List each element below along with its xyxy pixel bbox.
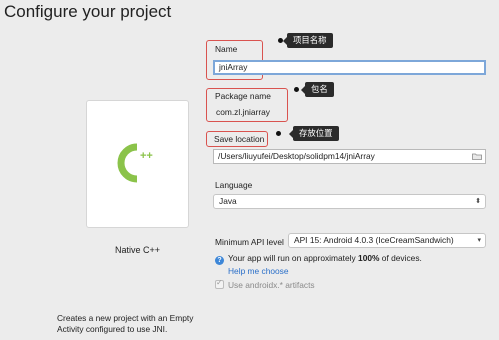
language-label: Language <box>215 180 253 190</box>
name-label: Name <box>215 44 238 54</box>
svg-text:++: ++ <box>140 150 153 162</box>
package-label: Package name <box>215 91 271 101</box>
language-select[interactable]: Java ⬍ <box>213 194 486 209</box>
cpp-logo-icon: ++ <box>117 143 153 183</box>
folder-icon[interactable] <box>472 153 482 160</box>
save-annotation-tag: 存放位置 <box>289 126 339 141</box>
template-description: Creates a new project with an Empty Acti… <box>57 313 194 334</box>
save-location-input[interactable]: /Users/liuyufei/Desktop/solidpm14/jniArr… <box>213 149 486 164</box>
package-annotation-tag: 包名 <box>301 82 334 97</box>
template-name: Native C++ <box>114 245 161 255</box>
androidx-checkbox[interactable] <box>215 278 224 289</box>
info-icon: ? <box>215 256 224 265</box>
page-title: Configure your project <box>4 2 172 21</box>
name-annotation-tag: 项目名称 <box>283 33 333 48</box>
chevron-updown-icon: ⬍ <box>475 198 481 205</box>
package-annotation-dot <box>294 87 299 92</box>
package-value[interactable]: com.zl.jniarray <box>216 107 270 117</box>
api-level-select[interactable]: API 15: Android 4.0.3 (IceCreamSandwich)… <box>288 233 486 248</box>
template-card-native-cpp[interactable]: ++ <box>86 100 189 228</box>
chevron-down-icon: ▾ <box>477 237 481 244</box>
api-info-text: ? Your app will run on approximately 100%… <box>215 253 422 265</box>
name-input[interactable]: jniArray <box>213 60 486 75</box>
save-location-label: Save location <box>214 134 265 144</box>
save-annotation-dot <box>276 131 281 136</box>
api-level-label: Minimum API level <box>215 237 284 247</box>
help-me-choose-link[interactable]: Help me choose <box>228 266 289 276</box>
androidx-checkbox-row[interactable]: Use androidx.* artifacts <box>215 278 315 290</box>
